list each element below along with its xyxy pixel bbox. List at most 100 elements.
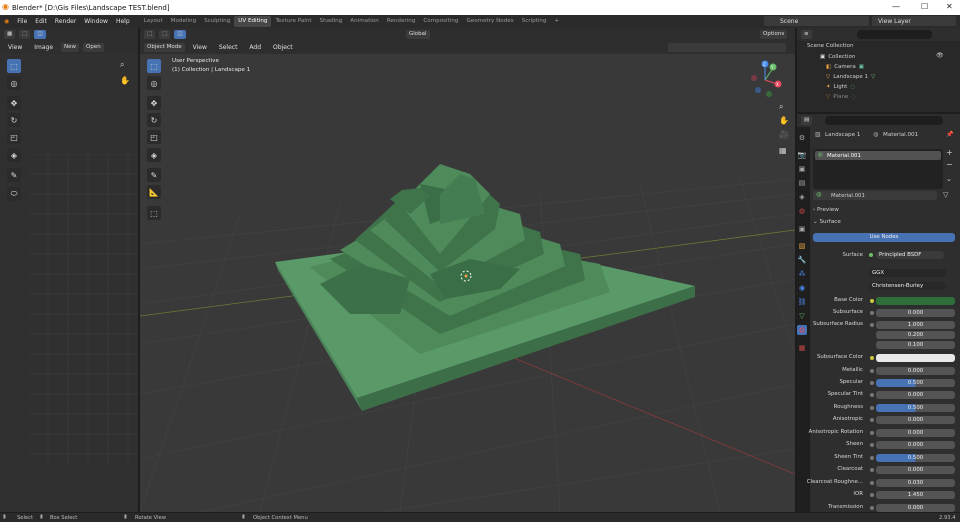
shader-input-value[interactable]: 0.000 xyxy=(876,391,955,399)
shader-input-value[interactable]: 0.500 xyxy=(876,454,955,462)
uv-rotate-tool[interactable]: ↻ xyxy=(7,113,21,127)
collection-tab-icon[interactable]: ▣ xyxy=(797,224,807,234)
outliner-editor-icon[interactable]: ≡ xyxy=(801,30,812,39)
tab-animation[interactable]: Animation xyxy=(346,16,383,27)
options-dropdown[interactable]: Options xyxy=(760,30,788,39)
render-tab-icon[interactable]: 📷 xyxy=(797,150,807,160)
viewport-add-cube-tool[interactable]: ⬚ xyxy=(147,206,161,220)
uv-editor-canvas[interactable]: ⬚ ◎ ✥ ↻ ◰ ◈ ✎ ⬭ ⌕ ✋ xyxy=(0,54,138,512)
menu-window[interactable]: Window xyxy=(80,18,112,25)
view-layer-tab-icon[interactable]: ▤ xyxy=(797,178,807,188)
browse-node-tree-icon[interactable]: ▽ xyxy=(943,191,948,199)
shader-input-value[interactable]: 0.030 xyxy=(876,479,955,487)
uv-grab-tool[interactable]: ⬭ xyxy=(7,187,21,201)
viewport-cursor-tool[interactable]: ◎ xyxy=(147,76,161,90)
editor-type-icon[interactable]: ▦ xyxy=(4,30,16,39)
scene-tab-icon[interactable]: ◈ xyxy=(797,192,807,202)
output-tab-icon[interactable]: ▣ xyxy=(797,164,807,174)
slot-specials-icon[interactable]: ⌄ xyxy=(946,175,952,183)
blender-menu-icon[interactable]: ◉ xyxy=(0,18,13,25)
viewport-transform-tool[interactable]: ◈ xyxy=(147,148,161,162)
outliner-root[interactable]: Scene Collection xyxy=(807,43,854,49)
viewport-camera-icon[interactable]: 🎥 xyxy=(779,130,789,139)
uv-move-tool[interactable]: ✥ xyxy=(7,96,21,110)
scene-selector[interactable]: Scene xyxy=(764,16,869,26)
viewport-menu-select[interactable]: Select xyxy=(215,44,242,51)
mode-dropdown[interactable]: Object Mode xyxy=(144,43,185,52)
menu-edit[interactable]: Edit xyxy=(31,18,51,25)
shader-input-value[interactable]: 0.500 xyxy=(876,379,955,387)
uv-transform-tool[interactable]: ◈ xyxy=(7,148,21,162)
viewport-select-icon[interactable]: ⬚ xyxy=(159,30,171,39)
select-tool-icon[interactable]: ⬚ xyxy=(19,30,31,39)
menu-file[interactable]: File xyxy=(13,18,31,25)
shader-input-value[interactable]: 0.000 xyxy=(876,309,955,317)
tab-sculpting[interactable]: Sculpting xyxy=(200,16,234,27)
shader-input-value[interactable]: 0.500 xyxy=(876,404,955,412)
view-layer-selector[interactable]: View Layer xyxy=(872,16,956,26)
physics-tab-icon[interactable]: ◉ xyxy=(797,283,807,293)
tab-compositing[interactable]: Compositing xyxy=(419,16,462,27)
viewport-menu-view[interactable]: View xyxy=(189,44,211,51)
visibility-eye-icon[interactable]: 👁 xyxy=(936,52,944,59)
shader-input-value[interactable]: 0.000 xyxy=(876,429,955,437)
pin-icon[interactable]: 📌 xyxy=(946,131,953,138)
shader-input-value[interactable]: 0.000 xyxy=(876,367,955,375)
tab-shading[interactable]: Shading xyxy=(316,16,347,27)
uv-annotate-tool[interactable]: ✎ xyxy=(7,168,21,182)
viewport-move-tool[interactable]: ✥ xyxy=(147,96,161,110)
shader-input-value[interactable]: 0.000 xyxy=(876,416,955,424)
shader-input-value[interactable]: 0.000 xyxy=(876,466,955,474)
tab-layout[interactable]: Layout xyxy=(140,16,167,27)
data-tab-icon[interactable]: ▽ xyxy=(797,311,807,321)
shader-input-value[interactable]: 0.000 xyxy=(876,441,955,449)
shader-input-value[interactable]: 0.200 xyxy=(876,331,955,339)
shader-input-value[interactable]: 0.000 xyxy=(876,504,955,512)
remove-slot-icon[interactable]: − xyxy=(946,160,953,169)
viewport-ortho-icon[interactable]: ▦ xyxy=(779,146,787,155)
minimize-icon[interactable]: — xyxy=(892,2,900,11)
uv-scale-tool[interactable]: ◰ xyxy=(7,130,21,144)
object-tab-icon[interactable]: ▧ xyxy=(797,241,807,251)
use-nodes-button[interactable]: Use Nodes xyxy=(813,233,955,242)
uv-cursor-tool[interactable]: ◎ xyxy=(7,76,21,90)
modifier-tab-icon[interactable]: 🔧 xyxy=(797,255,807,265)
viewport-menu-object[interactable]: Object xyxy=(269,44,297,51)
add-workspace-icon[interactable]: + xyxy=(551,16,564,27)
zoom-icon[interactable]: ⌕ xyxy=(120,60,124,70)
material-datablock[interactable]: ◍ Material.001 xyxy=(813,191,937,200)
tab-uv-editing[interactable]: UV Editing xyxy=(234,16,272,27)
maximize-icon[interactable]: ☐ xyxy=(921,2,928,11)
uv-menu-view[interactable]: View xyxy=(4,44,26,51)
uv-sync-icon[interactable]: ◫ xyxy=(34,30,46,39)
preview-panel-header[interactable]: › Preview xyxy=(813,207,839,213)
tab-texture-paint[interactable]: Texture Paint xyxy=(271,16,315,27)
uv-select-tool[interactable]: ⬚ xyxy=(7,59,21,73)
viewport-pan-icon[interactable]: ✋ xyxy=(779,116,789,125)
outliner-item-collection[interactable]: ▣ Collection xyxy=(820,52,855,61)
properties-search[interactable] xyxy=(825,116,943,125)
add-slot-icon[interactable]: + xyxy=(946,148,953,157)
close-icon[interactable]: ✕ xyxy=(946,2,953,11)
tab-rendering[interactable]: Rendering xyxy=(383,16,420,27)
shader-input-value[interactable] xyxy=(876,354,955,362)
viewport-scale-tool[interactable]: ◰ xyxy=(147,130,161,144)
outliner-item-light[interactable]: ✦ Light ◌ xyxy=(826,82,855,91)
viewport-select-mode-icon[interactable]: ◫ xyxy=(174,30,186,39)
world-tab-icon[interactable]: ◍ xyxy=(797,206,807,216)
viewport-annotate-tool[interactable]: ✎ xyxy=(147,168,161,182)
outliner-item-landscape[interactable]: ▽ Landscape 1 ▽ xyxy=(826,72,875,81)
open-image-button[interactable]: Open xyxy=(83,43,104,52)
material-slot[interactable]: ◍ Material.001 xyxy=(815,151,941,160)
shader-input-value[interactable]: 1.450 xyxy=(876,491,955,499)
navigation-gizmo[interactable]: X Y Z xyxy=(745,60,785,100)
new-image-button[interactable]: New xyxy=(61,43,80,52)
shader-input-value[interactable]: 1.000 xyxy=(876,321,955,329)
subsurface-method-dropdown[interactable]: Christensen-Burley xyxy=(869,282,946,290)
pan-hand-icon[interactable]: ✋ xyxy=(120,76,130,85)
outliner-item-plane[interactable]: ▽ Plane ◌ xyxy=(826,92,856,101)
viewport-rotate-tool[interactable]: ↻ xyxy=(147,113,161,127)
menu-help[interactable]: Help xyxy=(112,18,134,25)
particles-tab-icon[interactable]: ⁂ xyxy=(797,269,807,279)
shader-input-value[interactable] xyxy=(876,297,955,305)
